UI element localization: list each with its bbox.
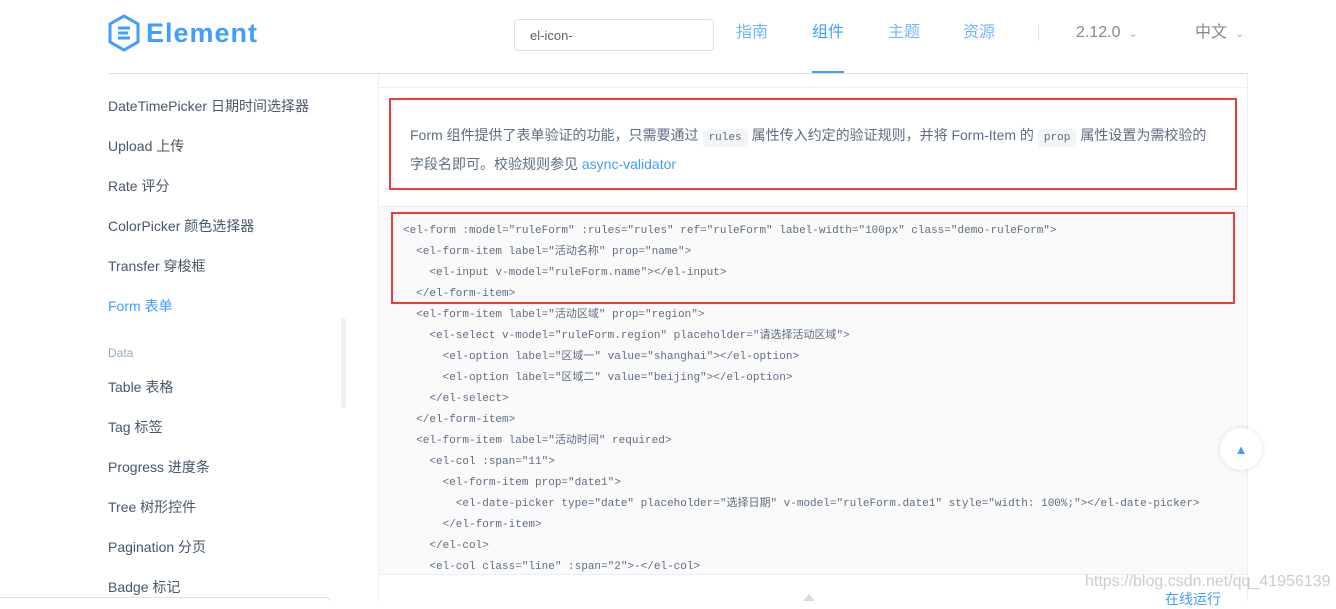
sidebar-scrollbar[interactable] bbox=[341, 318, 346, 408]
nav-divider bbox=[1038, 25, 1039, 41]
sidebar-item-transfer[interactable]: Transfer 穿梭框 bbox=[108, 256, 206, 276]
code-line: <el-date-picker type="date" placeholder=… bbox=[403, 498, 1200, 510]
sidebar-item-colorpicker[interactable]: ColorPicker 颜色选择器 bbox=[108, 216, 254, 236]
language-dropdown[interactable]: 中文 ⌄ bbox=[1195, 0, 1244, 67]
sidebar-item-datetimepicker[interactable]: DateTimePicker 日期时间选择器 bbox=[108, 96, 309, 116]
highlight-box-code bbox=[391, 212, 1235, 304]
language-label: 中文 bbox=[1195, 24, 1228, 41]
sidebar-item-upload[interactable]: Upload 上传 bbox=[108, 136, 184, 156]
code-line: <el-select v-model="ruleForm.region" pla… bbox=[403, 330, 850, 342]
element-hexagon-icon bbox=[108, 14, 140, 52]
nav-component[interactable]: 组件 bbox=[812, 0, 845, 73]
search-input[interactable] bbox=[514, 19, 714, 51]
sidebar-item-form[interactable]: Form 表单 bbox=[108, 296, 173, 316]
code-line: <el-form-item label="活动区域" prop="region"… bbox=[403, 309, 705, 321]
code-line: <el-col :span="11"> bbox=[403, 456, 555, 468]
code-line: </el-form-item> bbox=[403, 519, 542, 531]
code-line: </el-col> bbox=[403, 540, 489, 552]
back-to-top-button[interactable]: ▲ bbox=[1220, 428, 1262, 470]
element-logo[interactable]: Element bbox=[108, 14, 258, 52]
sidebar-item-rate[interactable]: Rate 评分 bbox=[108, 176, 169, 196]
code-line: <el-form-item prop="date1"> bbox=[403, 477, 621, 489]
nav-resource[interactable]: 资源 bbox=[963, 0, 995, 73]
chevron-down-icon: ⌄ bbox=[1128, 28, 1138, 40]
code-line: </el-form-item> bbox=[403, 414, 516, 426]
version-dropdown[interactable]: 2.12.0 ⌄ bbox=[1076, 0, 1138, 67]
run-online-button[interactable]: 在线运行 bbox=[1165, 589, 1221, 609]
code-line: <el-form-item label="活动时间" required> bbox=[403, 435, 672, 447]
sidebar-item-progress[interactable]: Progress 进度条 bbox=[108, 457, 210, 477]
sidebar-item-table[interactable]: Table 表格 bbox=[108, 377, 173, 397]
section-divider bbox=[379, 87, 1247, 88]
watermark: https://blog.csdn.net/qq_41956139 bbox=[1085, 573, 1331, 590]
sidebar-item-pagination[interactable]: Pagination 分页 bbox=[108, 537, 206, 557]
code-line: </el-select> bbox=[403, 393, 509, 405]
chevron-down-icon: ⌄ bbox=[1235, 28, 1245, 40]
sidebar-group-data: Data bbox=[108, 346, 134, 360]
nav-guide[interactable]: 指南 bbox=[736, 0, 768, 73]
sidebar-item-tag[interactable]: Tag 标签 bbox=[108, 417, 162, 437]
code-line: <el-option label="区域一" value="shanghai">… bbox=[403, 351, 800, 363]
nav-theme[interactable]: 主题 bbox=[888, 0, 920, 73]
logo-text: Element bbox=[146, 17, 259, 48]
sidebar: DateTimePicker 日期时间选择器 Upload 上传 Rate 评分… bbox=[108, 74, 378, 601]
version-label: 2.12.0 bbox=[1076, 24, 1121, 41]
code-line: <el-option label="区域二" value="beijing"><… bbox=[403, 372, 793, 384]
caret-up-icon: ▲ bbox=[1234, 441, 1248, 457]
highlight-box-description bbox=[389, 98, 1237, 190]
sidebar-item-tree[interactable]: Tree 树形控件 bbox=[108, 497, 196, 517]
top-header: Element 指南 组件 主题 资源 2.12.0 ⌄ 中文 ⌄ bbox=[0, 0, 1336, 73]
expand-code-icon[interactable] bbox=[803, 594, 815, 601]
sidebar-item-badge[interactable]: Badge 标记 bbox=[108, 577, 180, 597]
horizontal-scrollbar[interactable] bbox=[0, 597, 330, 601]
